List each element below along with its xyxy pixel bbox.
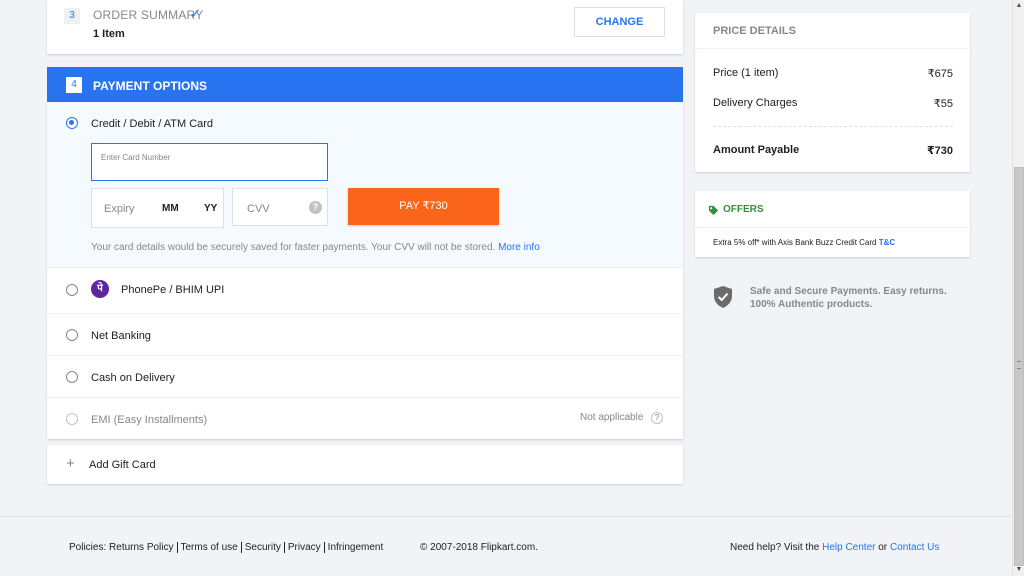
emi-option: EMI (Easy Installments) Not applicable ? — [47, 398, 683, 439]
cod-option[interactable]: Cash on Delivery — [47, 356, 683, 398]
checkmark-icon: ✓ — [190, 6, 201, 21]
cod-radio[interactable] — [66, 371, 78, 383]
expiry-month-select[interactable]: MM — [162, 203, 179, 214]
expiry-year-select[interactable]: YY — [204, 203, 217, 214]
delivery-row: Delivery Charges ₹55 — [713, 97, 953, 110]
scrollbar-thumb[interactable] — [1014, 167, 1024, 566]
order-summary-title: ORDER SUMMARY — [93, 8, 204, 22]
scroll-down-icon[interactable]: ▼ — [1015, 566, 1023, 574]
price-details-panel: PRICE DETAILS Price (1 item) ₹675 Delive… — [695, 13, 970, 172]
help-text: Need help? Visit the Help Center or Cont… — [730, 542, 939, 553]
add-gift-card[interactable]: + Add Gift Card — [47, 445, 683, 484]
divider — [695, 227, 970, 228]
contact-us-link[interactable]: Contact Us — [890, 542, 939, 553]
help-or: or — [878, 542, 888, 553]
scrollbar[interactable]: ▲ ▼ — [1012, 0, 1024, 576]
step-number: 3 — [64, 8, 80, 24]
divider — [176, 542, 178, 553]
gift-card-label[interactable]: Add Gift Card — [89, 459, 156, 471]
price-row: Price (1 item) ₹675 — [713, 67, 953, 80]
change-button[interactable]: CHANGE — [574, 7, 665, 37]
netbanking-label[interactable]: Net Banking — [91, 330, 151, 342]
help-icon[interactable]: ? — [651, 412, 663, 424]
tnc-link[interactable]: T&C — [879, 238, 895, 247]
order-summary-section: 3 ORDER SUMMARY ✓ 1 Item CHANGE — [47, 0, 683, 54]
step-number: 4 — [66, 77, 82, 93]
tag-icon — [708, 205, 719, 216]
footer-link-privacy[interactable]: Privacy — [288, 542, 321, 553]
policies-label: Policies: — [69, 542, 107, 554]
phonepe-option[interactable]: पे PhonePe / BHIM UPI — [47, 268, 683, 314]
offers-title: OFFERS — [723, 204, 764, 215]
help-prefix: Need help? Visit the — [730, 542, 820, 553]
netbanking-radio[interactable] — [66, 329, 78, 341]
shield-icon — [714, 286, 732, 308]
total-label: Amount Payable — [713, 144, 800, 156]
divider — [713, 126, 953, 127]
emi-radio — [66, 413, 78, 425]
divider — [283, 542, 285, 553]
footer-link-returns[interactable]: Returns Policy — [109, 542, 173, 553]
emi-label: EMI (Easy Installments) — [91, 414, 208, 426]
payment-options-header: 4 PAYMENT OPTIONS — [47, 67, 683, 102]
expiry-field: Expiry MM YY — [91, 188, 224, 228]
divider — [240, 542, 242, 553]
divider — [323, 542, 325, 553]
cvv-input[interactable]: CVV ? — [232, 188, 328, 226]
total-value: ₹730 — [926, 145, 953, 157]
card-option-label[interactable]: Credit / Debit / ATM Card — [91, 118, 213, 130]
card-payment-option: Credit / Debit / ATM Card Enter Card Num… — [47, 102, 683, 268]
phonepe-label[interactable]: PhonePe / BHIM UPI — [121, 284, 224, 296]
footer-policies: Policies: Returns Policy Terms of use Secu… — [69, 542, 383, 553]
offer-item: Extra 5% off* with Axis Bank Buzz Credit… — [713, 238, 895, 247]
price-label: Price (1 item) — [713, 67, 779, 79]
cod-label[interactable]: Cash on Delivery — [91, 372, 175, 384]
safe-payments-text: Safe and Secure Payments. Easy returns. … — [750, 286, 947, 310]
help-icon[interactable]: ? — [309, 201, 322, 214]
grip-icon — [1017, 361, 1021, 369]
item-count: 1 Item — [93, 28, 125, 40]
more-info-link[interactable]: More info — [498, 242, 540, 253]
price-details-title: PRICE DETAILS — [713, 25, 796, 37]
price-value: ₹675 — [927, 68, 953, 80]
delivery-label: Delivery Charges — [713, 97, 798, 109]
offer-description: Extra 5% off* with Axis Bank Buzz Credit… — [713, 238, 877, 247]
total-row: Amount Payable ₹730 — [713, 144, 953, 157]
footer: Policies: Returns Policy Terms of use Secu… — [0, 516, 1012, 576]
footer-link-terms[interactable]: Terms of use — [181, 542, 238, 553]
divider — [695, 48, 970, 49]
emi-status: Not applicable — [580, 412, 644, 423]
plus-icon: + — [66, 455, 75, 472]
copyright: © 2007-2018 Flipkart.com. — [420, 542, 538, 553]
payment-options-panel: Credit / Debit / ATM Card Enter Card Num… — [47, 102, 683, 439]
secure-note-text: Your card details would be securely save… — [91, 242, 496, 253]
help-center-link[interactable]: Help Center — [822, 542, 875, 553]
offers-panel: OFFERS Extra 5% off* with Axis Bank Buzz… — [695, 191, 970, 257]
footer-link-security[interactable]: Security — [245, 542, 281, 553]
secure-note: Your card details would be securely save… — [91, 242, 540, 253]
delivery-value: ₹55 — [933, 98, 953, 110]
phonepe-logo-icon: पे — [91, 280, 109, 298]
expiry-label: Expiry — [104, 203, 135, 215]
card-number-input[interactable]: Enter Card Number — [91, 143, 328, 181]
footer-link-infringement[interactable]: Infringement — [328, 542, 384, 553]
payment-options-title: PAYMENT OPTIONS — [93, 79, 208, 93]
card-option-radio[interactable] — [66, 117, 78, 129]
card-number-placeholder: Enter Card Number — [101, 153, 171, 162]
scroll-up-icon[interactable]: ▲ — [1015, 2, 1023, 10]
cvv-placeholder: CVV — [247, 203, 270, 215]
pay-button[interactable]: PAY ₹730 — [348, 188, 499, 225]
phonepe-radio[interactable] — [66, 284, 78, 296]
netbanking-option[interactable]: Net Banking — [47, 314, 683, 356]
